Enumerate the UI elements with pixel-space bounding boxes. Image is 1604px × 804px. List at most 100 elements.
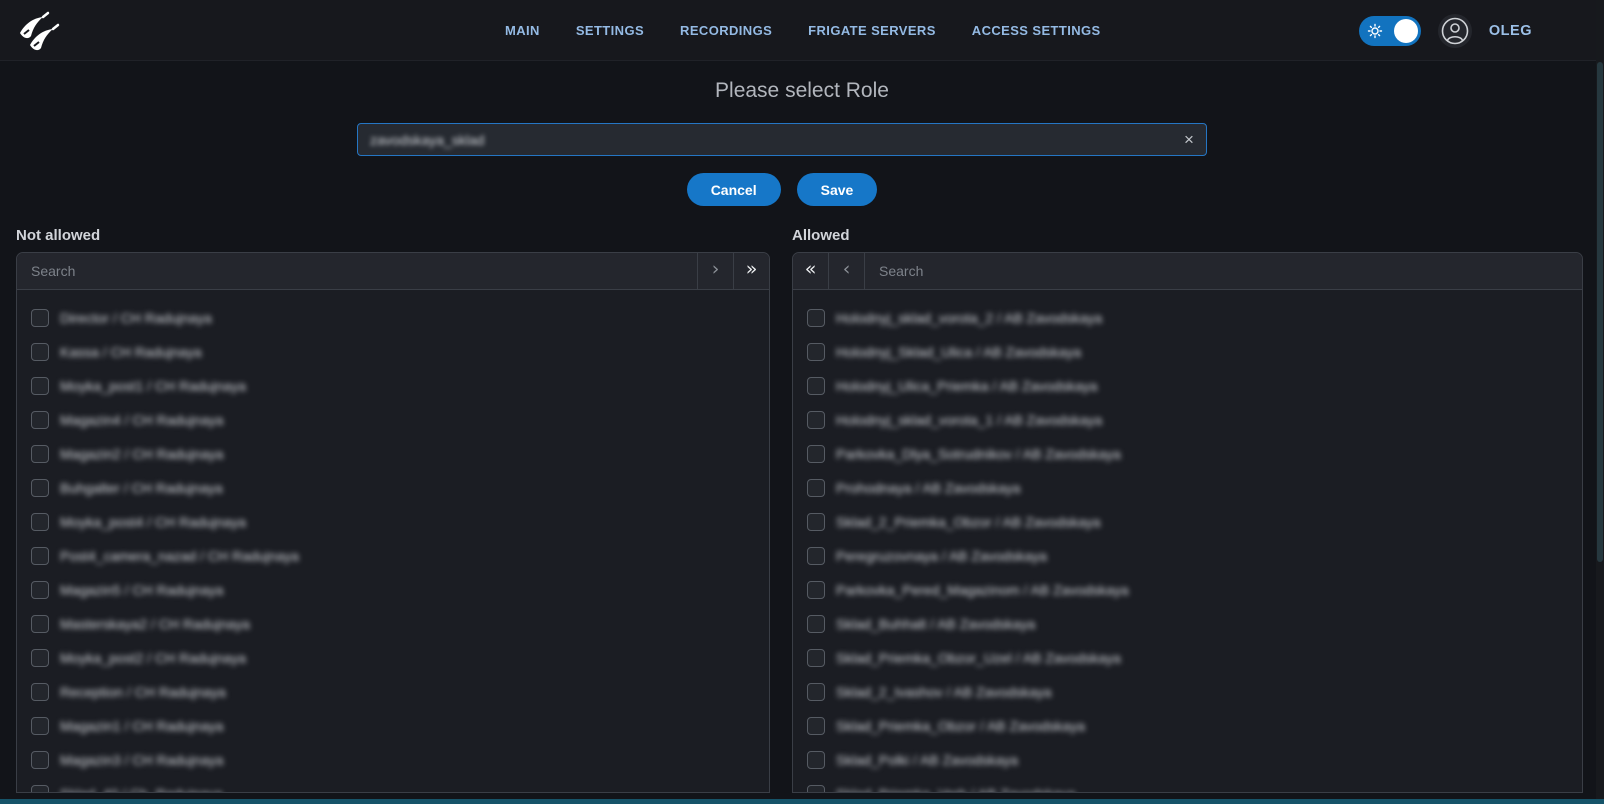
nav-link-frigate-servers[interactable]: FRIGATE SERVERS (808, 23, 936, 38)
move-all-right-button[interactable]: » (733, 253, 769, 289)
list-item-label: Magazin5 / CH Radujnaya (60, 582, 223, 598)
checkbox[interactable] (31, 649, 49, 667)
list-item-label: Sklad_2_Ivashov / AB Zavodskaya (836, 684, 1052, 700)
theme-toggle[interactable] (1359, 16, 1421, 46)
list-item[interactable]: Holodnyj_sklad_vorota_2 / AB Zavodskaya (793, 301, 1582, 335)
user-avatar-icon[interactable] (1438, 14, 1472, 48)
list-item-label: Director / CH Radujnaya (60, 310, 212, 326)
checkbox[interactable] (807, 785, 825, 793)
move-selected-left-button[interactable]: ‹ (829, 253, 865, 289)
list-item[interactable]: Prohodnaya / AB Zavodskaya (793, 471, 1582, 505)
list-item[interactable]: Holodnyj_Sklad_Ulica / AB Zavodskaya (793, 335, 1582, 369)
dialog-buttons-row: Cancel Save (357, 173, 1207, 206)
page-title: Please select Role (0, 79, 1604, 103)
checkbox[interactable] (31, 309, 49, 327)
list-item[interactable]: Moyka_post1 / CH Radujnaya (17, 369, 769, 403)
checkbox[interactable] (807, 479, 825, 497)
role-name-input[interactable] (358, 124, 1172, 155)
move-selected-right-button[interactable]: › (697, 253, 733, 289)
list-item[interactable]: Moyka_post2 / CH Radujnaya (17, 641, 769, 675)
nav-link-recordings[interactable]: RECORDINGS (680, 23, 772, 38)
checkbox[interactable] (807, 377, 825, 395)
list-item[interactable]: Post4_camera_nazad / CH Radujnaya (17, 539, 769, 573)
checkbox[interactable] (31, 513, 49, 531)
list-item[interactable]: Magazin5 / CH Radujnaya (17, 573, 769, 607)
list-item-label: Magazin2 / CH Radujnaya (60, 446, 223, 462)
checkbox[interactable] (31, 445, 49, 463)
checkbox[interactable] (31, 717, 49, 735)
checkbox[interactable] (31, 581, 49, 599)
checkbox[interactable] (807, 343, 825, 361)
checkbox[interactable] (807, 717, 825, 735)
checkbox[interactable] (31, 411, 49, 429)
checkbox[interactable] (31, 547, 49, 565)
horizontal-scrollbar[interactable] (0, 799, 1604, 804)
checkbox[interactable] (31, 343, 49, 361)
checkbox[interactable] (807, 683, 825, 701)
list-item[interactable]: Sklad_Polki / AB Zavodskaya (793, 743, 1582, 777)
checkbox[interactable] (31, 683, 49, 701)
clear-input-icon[interactable]: × (1172, 124, 1206, 155)
allowed-panel: « ‹ Holodnyj_sklad_vorota_2 / AB Zavodsk… (792, 252, 1583, 793)
checkbox[interactable] (31, 377, 49, 395)
list-item[interactable]: Magazin4 / CH Radujnaya (17, 403, 769, 437)
checkbox[interactable] (807, 547, 825, 565)
allowed-title: Allowed (792, 227, 850, 244)
username-label[interactable]: OLEG (1489, 23, 1532, 39)
vertical-scrollbar-thumb[interactable] (1597, 62, 1603, 562)
checkbox[interactable] (807, 649, 825, 667)
list-item[interactable]: Magazin3 / CH Radujnaya (17, 743, 769, 777)
list-item[interactable]: Moyka_post4 / CH Radujnaya (17, 505, 769, 539)
list-item[interactable]: Sklad_Priemka_Obzor_Uzel / AB Zavodskaya (793, 641, 1582, 675)
not-allowed-search-input[interactable] (17, 253, 697, 289)
checkbox[interactable] (31, 751, 49, 769)
main-navigation: MAIN SETTINGS RECORDINGS FRIGATE SERVERS… (505, 0, 1101, 61)
role-input-wrapper: × (357, 123, 1207, 156)
nav-link-main[interactable]: MAIN (505, 23, 540, 38)
sun-icon (1367, 23, 1383, 44)
nav-link-access-settings[interactable]: ACCESS SETTINGS (972, 23, 1101, 38)
checkbox[interactable] (807, 615, 825, 633)
list-item[interactable]: Director / CH Radujnaya (17, 301, 769, 335)
list-item[interactable]: Kassa / CH Radujnaya (17, 335, 769, 369)
list-item[interactable]: Magazin2 / CH Radujnaya (17, 437, 769, 471)
checkbox[interactable] (31, 615, 49, 633)
cancel-button[interactable]: Cancel (687, 173, 781, 206)
checkbox[interactable] (31, 785, 49, 793)
checkbox[interactable] (807, 411, 825, 429)
frigate-birds-logo-icon[interactable] (12, 7, 60, 55)
list-item[interactable]: Buhgalter / CH Radujnaya (17, 471, 769, 505)
allowed-search-input[interactable] (865, 253, 1582, 289)
checkbox[interactable] (807, 445, 825, 463)
list-item-label: Sklad_40 / Ch_Radujnaya (60, 786, 223, 793)
list-item[interactable]: Holodnyj_sklad_vorota_1 / AB Zavodskaya (793, 403, 1582, 437)
list-item-label: Peregruzovnaya / AB Zavodskaya (836, 548, 1047, 564)
checkbox[interactable] (807, 513, 825, 531)
list-item[interactable]: Masterskaya2 / CH Radujnaya (17, 607, 769, 641)
checkbox[interactable] (807, 309, 825, 327)
checkbox[interactable] (807, 581, 825, 599)
list-item[interactable]: Sklad_2_Ivashov / AB Zavodskaya (793, 675, 1582, 709)
checkbox[interactable] (31, 479, 49, 497)
vertical-scrollbar[interactable] (1596, 0, 1604, 804)
checkbox[interactable] (807, 751, 825, 769)
list-item[interactable]: Sklad_40 / Ch_Radujnaya (17, 777, 769, 793)
list-item[interactable]: Sklad_Priemka_Verh / AB Zavodskaya (793, 777, 1582, 793)
list-item[interactable]: Sklad_2_Priemka_Obzor / AB Zavodskaya (793, 505, 1582, 539)
list-item[interactable]: Sklad_Priemka_Obzor / AB Zavodskaya (793, 709, 1582, 743)
list-item[interactable]: Sklad_Buhhalt / AB Zavodskaya (793, 607, 1582, 641)
not-allowed-list: Director / CH Radujnaya Kassa / CH Raduj… (17, 290, 769, 793)
list-item[interactable]: Magazin1 / CH Radujnaya (17, 709, 769, 743)
nav-link-settings[interactable]: SETTINGS (576, 23, 644, 38)
toggle-knob[interactable] (1394, 19, 1418, 43)
move-all-left-button[interactable]: « (793, 253, 829, 289)
list-item[interactable]: Holodnyj_Ulica_Priemka / AB Zavodskaya (793, 369, 1582, 403)
list-item[interactable]: Reception / CH Radujnaya (17, 675, 769, 709)
list-item-label: Buhgalter / CH Radujnaya (60, 480, 223, 496)
save-button[interactable]: Save (797, 173, 878, 206)
list-item[interactable]: Parkovka_Dlya_Sotrudnikov / AB Zavodskay… (793, 437, 1582, 471)
list-item[interactable]: Peregruzovnaya / AB Zavodskaya (793, 539, 1582, 573)
list-item[interactable]: Parkovka_Pered_Magazinom / AB Zavodskaya (793, 573, 1582, 607)
list-item-label: Moyka_post4 / CH Radujnaya (60, 514, 246, 530)
list-item-label: Masterskaya2 / CH Radujnaya (60, 616, 250, 632)
